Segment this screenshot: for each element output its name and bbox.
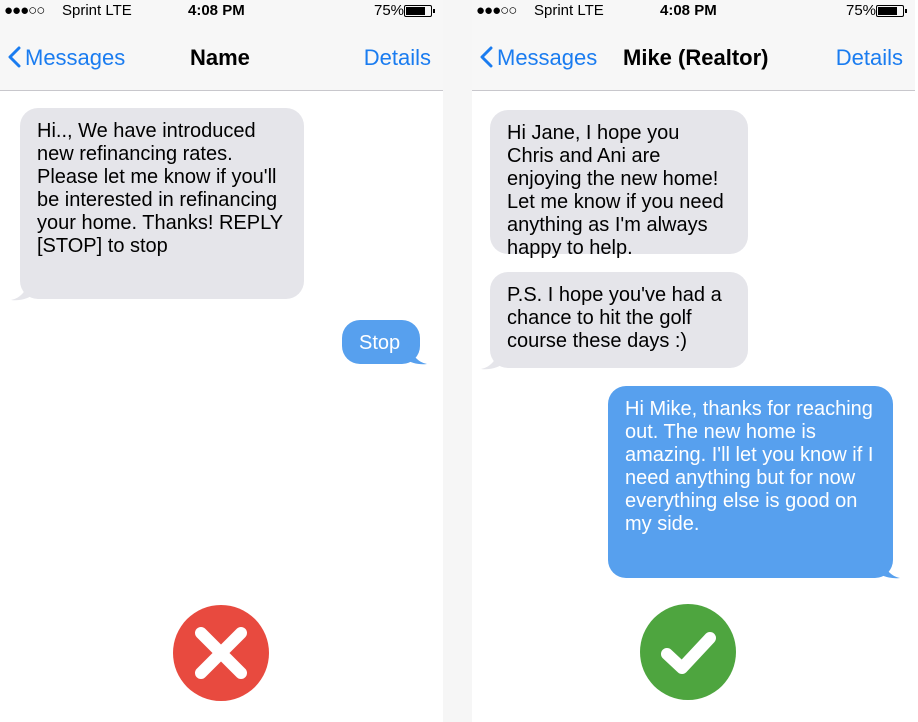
navigation-bar: Messages Mike (Realtor) Details [472, 22, 915, 91]
divider [443, 0, 472, 722]
battery-percentage: 75% [374, 2, 405, 19]
bubble-tail [878, 558, 900, 579]
back-button[interactable]: Messages [8, 44, 125, 72]
back-button[interactable]: Messages [480, 44, 597, 72]
signal-strength-icon: ●●●○○ [476, 2, 517, 19]
battery-icon [404, 5, 435, 17]
details-button[interactable]: Details [836, 44, 903, 72]
back-button-label: Messages [25, 45, 126, 70]
chevron-left-icon [480, 46, 493, 68]
check-mark-icon [640, 604, 736, 700]
outgoing-message-bubble[interactable]: Hi Mike, thanks for reaching out. The ne… [608, 386, 893, 578]
battery-icon [876, 5, 907, 17]
chevron-left-icon [8, 46, 21, 68]
navigation-bar: Messages Name Details [0, 22, 443, 91]
carrier-label: Sprint LTE [534, 2, 604, 19]
bubble-tail [481, 349, 503, 370]
details-button[interactable]: Details [364, 44, 431, 72]
status-bar: ●●●○○ Sprint LTE 4:08 PM 75% [472, 0, 915, 22]
signal-strength-icon: ●●●○○ [4, 2, 45, 19]
carrier-label: Sprint LTE [62, 2, 132, 19]
phone-screen-right: ●●●○○ Sprint LTE 4:08 PM 75% Messages Mi… [472, 0, 915, 722]
conversation-title: Mike (Realtor) [623, 45, 769, 70]
bubble-tail [405, 344, 427, 365]
clock-time: 4:08 PM [660, 2, 717, 19]
phone-screen-left: ●●●○○ Sprint LTE 4:08 PM 75% Messages Na… [0, 0, 443, 722]
back-button-label: Messages [497, 45, 598, 70]
bubble-tail [11, 280, 33, 301]
conversation-title: Name [190, 45, 250, 70]
battery-percentage: 75% [846, 2, 877, 19]
status-bar: ●●●○○ Sprint LTE 4:08 PM 75% [0, 0, 443, 22]
clock-time: 4:08 PM [188, 2, 245, 19]
incoming-message-bubble[interactable]: Hi Jane, I hope you Chris and Ani are en… [490, 110, 748, 259]
incoming-message-bubble[interactable]: P.S. I hope you've had a chance to hit t… [490, 272, 748, 368]
incoming-message-bubble[interactable]: Hi.., We have introduced new refinancing… [20, 108, 304, 299]
x-mark-icon [173, 605, 269, 701]
